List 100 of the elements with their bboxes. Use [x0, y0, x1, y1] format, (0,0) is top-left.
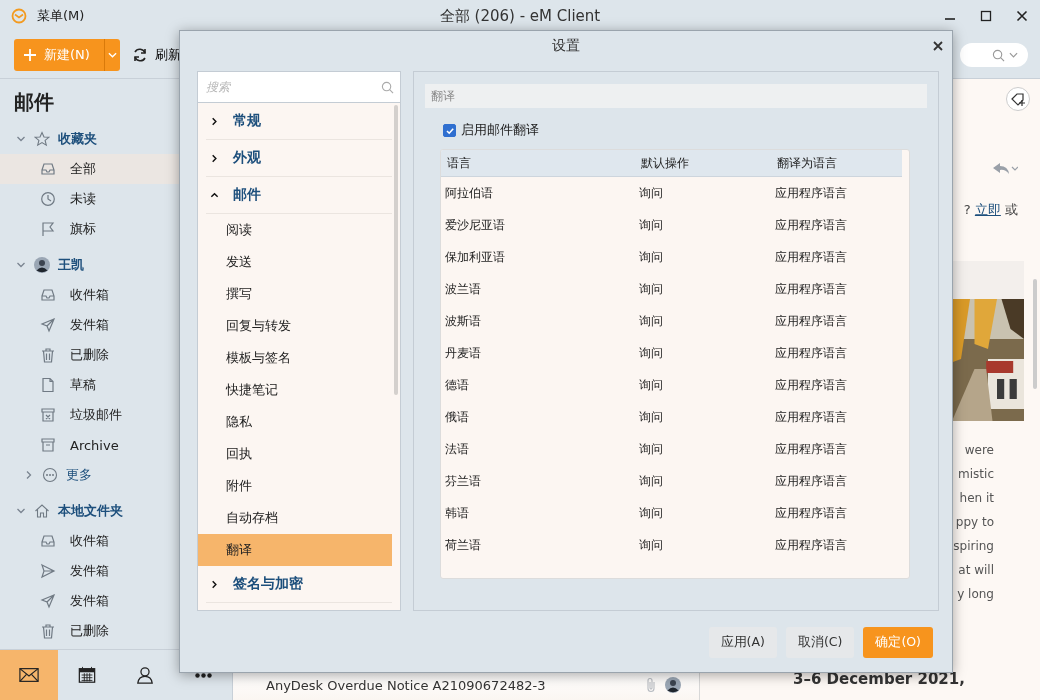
column-header[interactable]: 翻译为语言 — [771, 150, 902, 176]
table-cell-text: 询问 — [638, 312, 664, 330]
maximize-icon[interactable] — [980, 10, 992, 22]
table-cell-text: 爱沙尼亚语 — [444, 216, 506, 234]
body-text-line: ppy to — [954, 515, 994, 531]
column-header[interactable]: 默认操作 — [635, 150, 771, 176]
table-cell-text: 韩语 — [444, 504, 470, 522]
add-tag-icon[interactable] — [1006, 87, 1030, 111]
nav-tab[interactable] — [0, 650, 58, 700]
body-text-line: at will — [957, 563, 994, 579]
home-icon — [34, 503, 50, 519]
menu-button[interactable]: 菜单(M) — [37, 7, 85, 25]
settings-page-item[interactable]: 阅读 — [198, 214, 392, 246]
search-icon — [992, 48, 1005, 62]
table-cell-text: 询问 — [638, 536, 664, 554]
table-cell-text: 应用程序语言 — [774, 376, 848, 394]
table-cell-text: 法语 — [444, 440, 470, 458]
table-cell-text: 询问 — [638, 344, 664, 362]
dialog-title: 设置 — [552, 37, 580, 55]
star-icon — [34, 131, 50, 147]
body-text-line: hen it — [958, 491, 994, 507]
inbox-icon — [40, 287, 56, 303]
avatar-icon — [665, 677, 681, 693]
folder-item[interactable]: 已删除 — [0, 616, 232, 646]
body-text-line: were — [963, 443, 994, 459]
avatar-icon — [34, 257, 50, 273]
table-cell-text: 保加利亚语 — [444, 248, 506, 266]
body-text-line: y long — [956, 587, 994, 603]
inbox-icon — [40, 533, 56, 549]
table-cell-text: 应用程序语言 — [774, 280, 848, 298]
archive-icon — [40, 437, 56, 453]
settings-page-item[interactable]: 快捷笔记 — [198, 374, 392, 406]
settings-page-item[interactable]: 回执 — [198, 438, 392, 470]
search-field[interactable]: 搜索 — [198, 72, 400, 103]
table-cell-text: 询问 — [638, 248, 664, 266]
section-heading: 邮件 — [13, 89, 55, 116]
search-icon — [381, 80, 394, 94]
clock-icon — [40, 191, 56, 207]
close-icon[interactable] — [1016, 10, 1028, 22]
settings-page-item[interactable]: 发送 — [198, 246, 392, 278]
table-cell-text: 询问 — [638, 440, 664, 458]
table-cell-text: 应用程序语言 — [774, 472, 848, 490]
settings-category[interactable]: 邮件 — [206, 177, 392, 214]
app-logo-icon — [11, 8, 27, 24]
settings-category[interactable]: 常规 — [206, 103, 392, 140]
search-field[interactable] — [960, 43, 1028, 67]
settings-page-item[interactable]: 附件 — [198, 470, 392, 502]
settings-page-item[interactable]: 自动存档 — [198, 502, 392, 534]
link[interactable]: 立即 — [974, 202, 1001, 217]
dialog-button[interactable]: 取消(C) — [785, 626, 855, 658]
settings-page-item[interactable]: 翻译 — [198, 534, 392, 566]
table-cell-text: 应用程序语言 — [774, 216, 848, 234]
mail-icon — [19, 666, 39, 684]
caret-icon — [1009, 52, 1018, 58]
table-cell-text: 波兰语 — [444, 280, 482, 298]
table-cell-text: 应用程序语言 — [774, 184, 848, 202]
table-cell-text: 应用程序语言 — [774, 440, 848, 458]
settings-page-item[interactable]: 撰写 — [198, 278, 392, 310]
table-cell-text: 波斯语 — [444, 312, 482, 330]
close-icon[interactable] — [933, 41, 943, 51]
table-cell-text: 询问 — [638, 504, 664, 522]
table-cell-text: 应用程序语言 — [774, 248, 848, 266]
enable-translation-checkbox[interactable]: 启用邮件翻译 — [443, 122, 927, 139]
column-header[interactable]: 语言 — [441, 150, 635, 176]
table-cell-text: 应用程序语言 — [774, 504, 848, 522]
settings-page-item[interactable]: 隐私 — [198, 406, 392, 438]
table-cell-text: 丹麦语 — [444, 344, 482, 362]
caret-icon — [107, 52, 117, 58]
table-cell-text: 应用程序语言 — [774, 536, 848, 554]
body-text-line: mistic — [957, 467, 994, 483]
dialog-button[interactable]: 应用(A) — [708, 626, 777, 658]
settings-category[interactable]: 签名与加密 — [206, 566, 392, 603]
table-cell-text: 询问 — [638, 184, 664, 202]
settings-page-item[interactable]: 模板与签名 — [198, 342, 392, 374]
checkmark-icon — [444, 125, 455, 136]
table-cell-text: 询问 — [638, 408, 664, 426]
table-cell-text: 询问 — [638, 472, 664, 490]
body-text-line: spiring — [953, 539, 994, 555]
table-cell-text: 芬兰语 — [444, 472, 482, 490]
trash-icon — [40, 623, 56, 639]
settings-page-item[interactable]: 回复与转发 — [198, 310, 392, 342]
table-cell-text: 德语 — [444, 376, 470, 394]
outbox-icon — [40, 563, 56, 579]
section-title: 翻译 — [425, 84, 927, 108]
table-cell-text: 应用程序语言 — [774, 312, 848, 330]
checkbox[interactable] — [443, 124, 456, 137]
send-icon — [40, 593, 56, 609]
settings-category[interactable]: 外观 — [206, 140, 392, 177]
refresh-icon — [131, 47, 148, 63]
table-cell-text: 荷兰语 — [444, 536, 482, 554]
window-title: 全部 (206) - eM Client — [439, 6, 601, 26]
search-input[interactable]: 搜索 — [206, 80, 381, 94]
table-cell-text: 俄语 — [444, 408, 470, 426]
table-cell-text: 应用程序语言 — [774, 408, 848, 426]
message-subject: AnyDesk Overdue Notice A21090672482-3 — [266, 677, 547, 693]
table-cell-text: 阿拉伯语 — [444, 184, 494, 202]
trash-icon — [40, 347, 56, 363]
document-icon — [40, 377, 56, 393]
send-icon — [40, 317, 56, 333]
refresh-button[interactable]: 刷新 — [131, 46, 181, 64]
